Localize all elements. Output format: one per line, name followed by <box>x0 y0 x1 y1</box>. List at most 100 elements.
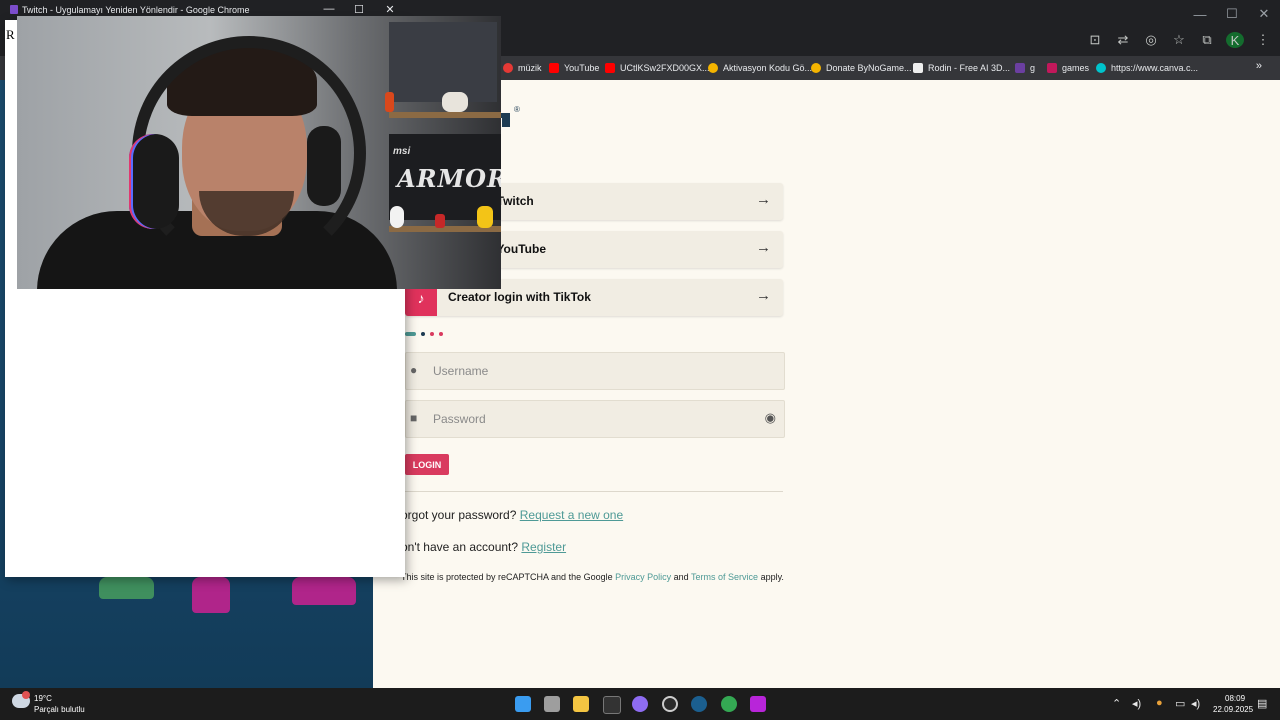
logo-stem <box>502 113 510 127</box>
bookmark-icon <box>503 63 513 73</box>
twitch-app-icon[interactable] <box>750 696 766 712</box>
tray-chevron-up-icon[interactable]: ⌃ <box>1112 697 1121 710</box>
epic-games-icon[interactable] <box>603 696 621 714</box>
lock-icon: ■ <box>410 411 418 425</box>
clock-date[interactable]: 22.09.2025 <box>1213 705 1253 714</box>
bookmark-muzik[interactable]: müzik <box>503 60 542 76</box>
password-input[interactable] <box>433 401 753 437</box>
bookmark-bynogame[interactable]: Donate ByNoGame... <box>811 60 912 76</box>
eye-icon[interactable]: ◉ <box>765 410 776 426</box>
notification-icon[interactable]: ▤ <box>1257 697 1267 710</box>
figurine-image <box>477 206 493 228</box>
visibility-off-icon[interactable]: ◎ <box>1142 32 1160 48</box>
webcam-overlay: msi ARMOR <box>17 16 501 289</box>
bookmark-channel[interactable]: UCtlKSw2FXD00GX... <box>605 60 710 76</box>
figurine-image <box>442 92 468 112</box>
username-input[interactable] <box>433 353 753 389</box>
clock-time[interactable]: 08:09 <box>1225 694 1245 703</box>
weather-alert-badge <box>22 691 30 699</box>
weather-description[interactable]: Parçalı bulutlu <box>34 705 85 714</box>
steam-icon[interactable] <box>691 696 707 712</box>
chrome-icon[interactable] <box>721 696 737 712</box>
shoe-illustration <box>192 577 230 613</box>
twitch-favicon-icon <box>10 5 18 14</box>
dot-decoration <box>430 332 434 336</box>
games-icon <box>1047 63 1057 73</box>
microphone-icon[interactable]: ● <box>1156 697 1163 709</box>
popup-title: Twitch - Uygulamayı Yeniden Yönlendir - … <box>22 5 250 15</box>
shelf-image <box>389 112 501 118</box>
install-app-icon[interactable]: ⊡ <box>1086 32 1104 48</box>
popup-close-button[interactable]: ✕ <box>380 3 400 16</box>
youtube-icon <box>549 63 559 73</box>
section-divider <box>405 491 783 492</box>
figurine-image <box>435 214 445 228</box>
bookmark-star-icon[interactable]: ☆ <box>1170 32 1188 48</box>
password-field-wrapper: ■ ◉ <box>405 400 785 438</box>
windows-taskbar: 19°C Parçalı bulutlu ⌃ ◂) ● ▭ ◂) 08:09 2… <box>0 688 1280 720</box>
bookmarks-overflow-button[interactable]: » <box>1256 60 1262 72</box>
popup-minimize-button[interactable]: — <box>319 3 339 15</box>
msi-box-image <box>389 22 497 102</box>
tiktok-login-label: Creator login with TikTok <box>448 290 591 304</box>
headset-earcup-image <box>129 134 179 229</box>
copilot-icon[interactable] <box>632 696 648 712</box>
forgot-password-text: orgot your password? <box>401 508 517 522</box>
menu-icon[interactable]: ⋮ <box>1254 32 1272 48</box>
volume-icon[interactable]: ◂) <box>1191 697 1200 710</box>
profile-avatar[interactable]: K <box>1226 32 1244 48</box>
user-icon: ● <box>410 363 418 377</box>
armor-brand-text: ARMOR <box>397 164 501 193</box>
minimize-button[interactable]: — <box>1184 0 1216 28</box>
register-row: on't have an account? Register <box>401 540 566 554</box>
terms-of-service-link[interactable]: Terms of Service <box>691 572 758 582</box>
crown-icon <box>811 63 821 73</box>
maximize-button[interactable]: ☐ <box>1216 0 1248 28</box>
arrow-right-icon: → <box>756 287 771 304</box>
dot-decoration <box>421 332 425 336</box>
youtube-icon <box>605 63 615 73</box>
privacy-policy-link[interactable]: Privacy Policy <box>615 572 671 582</box>
close-button[interactable]: ✕ <box>1248 0 1280 28</box>
bookmark-youtube[interactable]: YouTube <box>549 60 599 76</box>
bookmark-aktivasyon[interactable]: Aktivasyon Kodu Gö... <box>708 60 812 76</box>
canva-icon <box>1096 63 1106 73</box>
task-view-icon[interactable] <box>544 696 560 712</box>
windows-start-icon[interactable] <box>515 696 531 712</box>
login-submit-button[interactable]: LOGIN <box>405 454 449 475</box>
bookmark-rodin[interactable]: Rodin - Free AI 3D... <box>913 60 1010 76</box>
arrow-right-icon: → <box>756 191 771 208</box>
key-icon <box>708 63 718 73</box>
popup-body-text: R <box>6 27 15 42</box>
rodin-icon <box>913 63 923 73</box>
forgot-password-row: orgot your password? Request a new one <box>401 508 623 522</box>
registered-mark: ® <box>514 105 520 114</box>
bookmark-g[interactable]: g <box>1015 60 1035 76</box>
popup-maximize-button[interactable]: ☐ <box>349 3 369 16</box>
no-account-text: on't have an account? <box>401 540 519 554</box>
divider-dots <box>405 332 443 336</box>
shoe-illustration <box>292 577 356 605</box>
speaker-icon[interactable]: ◂) <box>1132 697 1141 710</box>
request-new-password-link[interactable]: Request a new one <box>520 508 623 522</box>
extensions-icon[interactable]: ⧉ <box>1198 32 1216 48</box>
arrow-right-icon: → <box>756 239 771 256</box>
register-link[interactable]: Register <box>521 540 566 554</box>
weather-temperature[interactable]: 19°C <box>34 694 52 703</box>
figurine-image <box>385 92 394 112</box>
site-icon <box>1015 63 1025 73</box>
bookmark-games[interactable]: games <box>1047 60 1089 76</box>
msi-brand-text: msi <box>393 146 411 157</box>
window-controls: — ☐ ✕ <box>1184 0 1280 28</box>
shoe-illustration <box>99 577 154 599</box>
network-icon[interactable]: ▭ <box>1175 697 1185 710</box>
recorder-icon[interactable] <box>662 696 678 712</box>
username-field-wrapper: ● <box>405 352 785 390</box>
toolbar-icons: ⊡ ⇄ ◎ ☆ ⧉ K ⋮ <box>1086 32 1272 48</box>
dot-decoration <box>405 332 416 336</box>
bookmark-canva[interactable]: https://www.canva.c... <box>1096 60 1198 76</box>
dot-decoration <box>439 332 443 336</box>
headset-earcup-image <box>307 126 341 206</box>
translate-icon[interactable]: ⇄ <box>1114 32 1132 48</box>
file-explorer-icon[interactable] <box>573 696 589 712</box>
